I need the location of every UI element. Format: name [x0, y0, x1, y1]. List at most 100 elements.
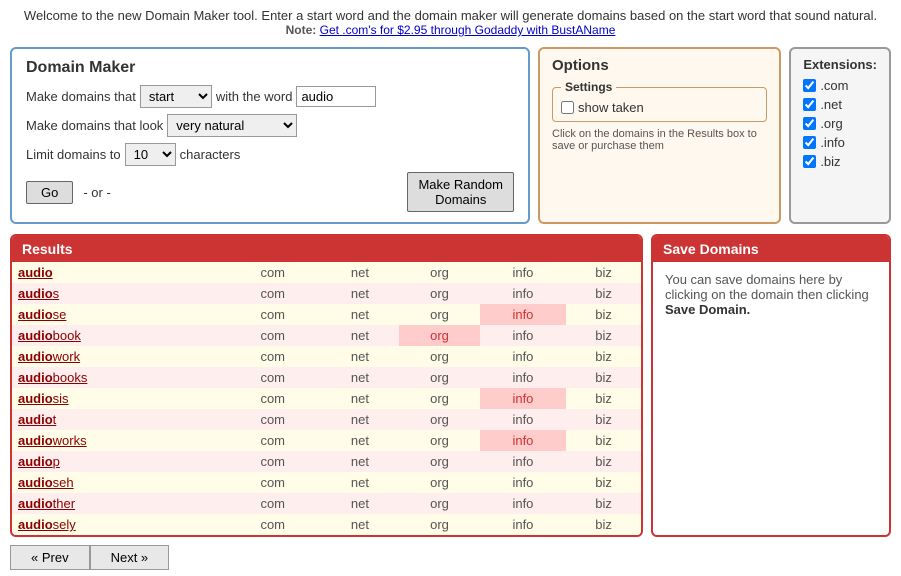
make-random-button[interactable]: Make Random Domains [407, 172, 514, 212]
ext-cell-info[interactable]: info [480, 283, 566, 304]
ext-cell-com[interactable]: com [225, 325, 321, 346]
ext-cell-org[interactable]: org [399, 451, 480, 472]
ext-cell-com[interactable]: com [225, 430, 321, 451]
ext-cell-info[interactable]: info [480, 472, 566, 493]
domain-link[interactable]: audiobooks [18, 370, 87, 385]
ext-cell-org[interactable]: org [399, 514, 480, 535]
ext-cell-org[interactable]: org [399, 472, 480, 493]
ext-cell-com[interactable]: com [225, 409, 321, 430]
ext-biz[interactable]: .biz [803, 154, 877, 169]
results-scroll-area[interactable]: audiocomnetorginfobizaudioscomnetorginfo… [12, 262, 641, 535]
table-row[interactable]: audiobook comnetorginfobiz [12, 325, 641, 346]
ext-cell-net[interactable]: net [321, 325, 400, 346]
start-select[interactable]: start end contain [140, 85, 212, 108]
ext-cell-com[interactable]: com [225, 304, 321, 325]
note-link[interactable]: Get .com's for $2.95 through Godaddy wit… [320, 23, 616, 37]
ext-cell-biz[interactable]: biz [566, 451, 641, 472]
ext-cell-org[interactable]: org [399, 304, 480, 325]
show-taken-label[interactable]: show taken [561, 100, 758, 115]
ext-cell-biz[interactable]: biz [566, 409, 641, 430]
prev-button[interactable]: « Prev [10, 545, 90, 570]
ext-com[interactable]: .com [803, 78, 877, 93]
domain-link[interactable]: audiosely [18, 517, 76, 532]
ext-cell-net[interactable]: net [321, 493, 400, 514]
table-row[interactable]: audiobooks comnetorginfobiz [12, 367, 641, 388]
ext-cell-biz[interactable]: biz [566, 388, 641, 409]
ext-cell-net[interactable]: net [321, 304, 400, 325]
domain-link[interactable]: audioworks [18, 433, 87, 448]
ext-cell-info[interactable]: info [480, 262, 566, 283]
ext-cell-com[interactable]: com [225, 262, 321, 283]
limit-select[interactable]: 56789 10111213 141520any [125, 143, 176, 166]
domain-link[interactable]: audiobook [18, 328, 81, 343]
ext-cell-net[interactable]: net [321, 283, 400, 304]
ext-cell-com[interactable]: com [225, 493, 321, 514]
table-row[interactable]: audiocomnetorginfobiz [12, 262, 641, 283]
natural-select[interactable]: very natural somewhat natural any [167, 114, 297, 137]
word-input[interactable] [296, 86, 376, 107]
table-row[interactable]: audios comnetorginfobiz [12, 283, 641, 304]
ext-cell-info[interactable]: info [480, 325, 566, 346]
ext-cell-org[interactable]: org [399, 283, 480, 304]
ext-cell-net[interactable]: net [321, 514, 400, 535]
table-row[interactable]: audiop comnetorginfobiz [12, 451, 641, 472]
domain-link[interactable]: audiosis [18, 391, 69, 406]
table-row[interactable]: audioworkscomnetorginfobiz [12, 430, 641, 451]
table-row[interactable]: audiotcomnetorginfobiz [12, 409, 641, 430]
ext-cell-biz[interactable]: biz [566, 283, 641, 304]
ext-cell-biz[interactable]: biz [566, 262, 641, 283]
table-row[interactable]: audiosiscomnetorginfobiz [12, 388, 641, 409]
domain-link[interactable]: audios [18, 286, 59, 301]
ext-org[interactable]: .org [803, 116, 877, 131]
ext-cell-org[interactable]: org [399, 430, 480, 451]
domain-link[interactable]: audiose [18, 307, 66, 322]
next-button[interactable]: Next » [90, 545, 170, 570]
ext-cell-net[interactable]: net [321, 388, 400, 409]
ext-cell-info[interactable]: info [480, 493, 566, 514]
ext-cell-com[interactable]: com [225, 451, 321, 472]
ext-net[interactable]: .net [803, 97, 877, 112]
ext-cell-org[interactable]: org [399, 367, 480, 388]
ext-info[interactable]: .info [803, 135, 877, 150]
ext-cell-info[interactable]: info [480, 388, 566, 409]
ext-cell-org[interactable]: org [399, 262, 480, 283]
ext-cell-info[interactable]: info [480, 451, 566, 472]
table-row[interactable]: audioseh comnetorginfobiz [12, 472, 641, 493]
ext-cell-com[interactable]: com [225, 367, 321, 388]
ext-cell-biz[interactable]: biz [566, 493, 641, 514]
ext-cell-net[interactable]: net [321, 451, 400, 472]
table-row[interactable]: audiose comnetorginfobiz [12, 304, 641, 325]
table-row[interactable]: audioworkcomnetorginfobiz [12, 346, 641, 367]
domain-link[interactable]: audiowork [18, 349, 80, 364]
table-row[interactable]: audiothercomnetorginfobiz [12, 493, 641, 514]
show-taken-checkbox[interactable] [561, 101, 574, 114]
ext-cell-com[interactable]: com [225, 472, 321, 493]
ext-cell-net[interactable]: net [321, 367, 400, 388]
ext-cell-info[interactable]: info [480, 409, 566, 430]
ext-cell-net[interactable]: net [321, 346, 400, 367]
ext-cell-org[interactable]: org [399, 346, 480, 367]
domain-link[interactable]: audio [18, 265, 53, 280]
ext-cell-com[interactable]: com [225, 283, 321, 304]
go-button[interactable]: Go [26, 181, 73, 204]
ext-cell-biz[interactable]: biz [566, 325, 641, 346]
domain-link[interactable]: audioseh [18, 475, 74, 490]
ext-cell-info[interactable]: info [480, 304, 566, 325]
ext-cell-info[interactable]: info [480, 514, 566, 535]
ext-cell-biz[interactable]: biz [566, 304, 641, 325]
ext-cell-net[interactable]: net [321, 409, 400, 430]
ext-cell-net[interactable]: net [321, 472, 400, 493]
ext-cell-com[interactable]: com [225, 514, 321, 535]
ext-cell-net[interactable]: net [321, 430, 400, 451]
domain-link[interactable]: audiother [18, 496, 75, 511]
ext-cell-org[interactable]: org [399, 325, 480, 346]
ext-cell-info[interactable]: info [480, 430, 566, 451]
domain-link[interactable]: audiot [18, 412, 56, 427]
domain-link[interactable]: audiop [18, 454, 60, 469]
ext-cell-info[interactable]: info [480, 367, 566, 388]
ext-cell-biz[interactable]: biz [566, 367, 641, 388]
ext-cell-com[interactable]: com [225, 346, 321, 367]
ext-cell-biz[interactable]: biz [566, 514, 641, 535]
ext-cell-com[interactable]: com [225, 388, 321, 409]
ext-cell-biz[interactable]: biz [566, 472, 641, 493]
